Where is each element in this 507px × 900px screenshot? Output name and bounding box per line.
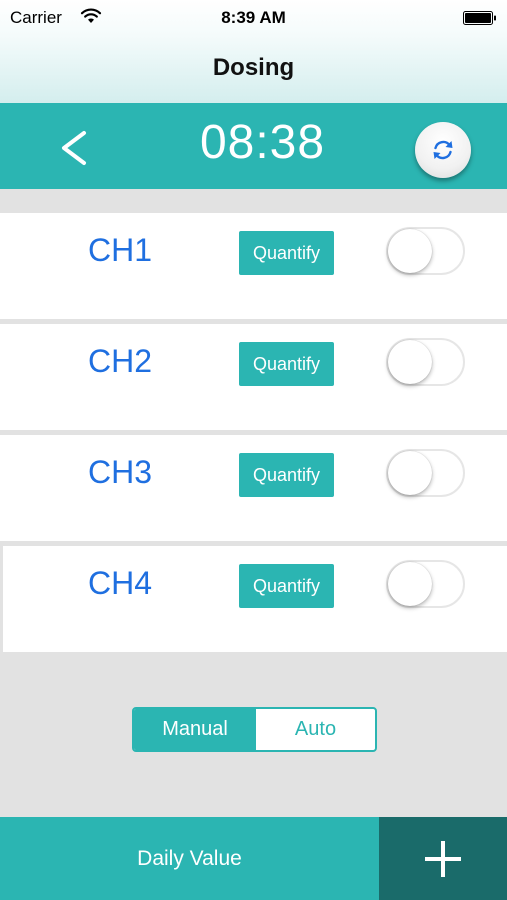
page-title: Dosing (212, 54, 295, 81)
quantify-button[interactable]: Quantify (239, 453, 334, 497)
status-time: 8:39 AM (221, 8, 286, 27)
top-area: Carrier 8:39 AM Dosing (0, 0, 507, 103)
channel-toggle[interactable] (386, 338, 465, 386)
channel-label: CH4 (87, 565, 152, 601)
channel-row-ch4: CH4 Quantify (3, 546, 507, 652)
quantify-button[interactable]: Quantify (239, 342, 334, 386)
back-button[interactable] (54, 123, 98, 171)
refresh-button[interactable] (415, 122, 471, 178)
chevron-left-icon (62, 131, 86, 165)
mode-manual-segment[interactable]: Manual (134, 709, 256, 750)
toggle-knob (388, 451, 432, 495)
clock-display: 08:38 (199, 116, 326, 169)
refresh-icon (433, 140, 453, 160)
channel-row-ch1: CH1 Quantify (0, 213, 507, 319)
channel-label: CH1 (87, 232, 152, 268)
channel-toggle[interactable] (386, 560, 465, 608)
mode-segmented-control: Manual Auto (132, 707, 377, 752)
channel-row-ch3: CH3 Quantify (0, 435, 507, 541)
mode-auto-segment[interactable]: Auto (256, 709, 375, 750)
channel-label: CH3 (87, 454, 152, 490)
daily-value-button[interactable]: Daily Value (0, 817, 379, 900)
toggle-knob (388, 562, 432, 606)
add-button[interactable] (379, 817, 507, 900)
plus-icon (425, 841, 461, 877)
channel-row-ch2: CH2 Quantify (0, 324, 507, 430)
channel-toggle[interactable] (386, 449, 465, 497)
toggle-knob (388, 340, 432, 384)
quantify-button[interactable]: Quantify (239, 231, 334, 275)
status-bar: Carrier 8:39 AM (0, 0, 507, 36)
bottom-bar: Daily Value (0, 817, 507, 900)
channel-toggle[interactable] (386, 227, 465, 275)
channel-label: CH2 (87, 343, 152, 379)
toggle-knob (388, 229, 432, 273)
quantify-button[interactable]: Quantify (239, 564, 334, 608)
header-bar: 08:38 (0, 103, 507, 189)
battery-icon (463, 10, 497, 25)
